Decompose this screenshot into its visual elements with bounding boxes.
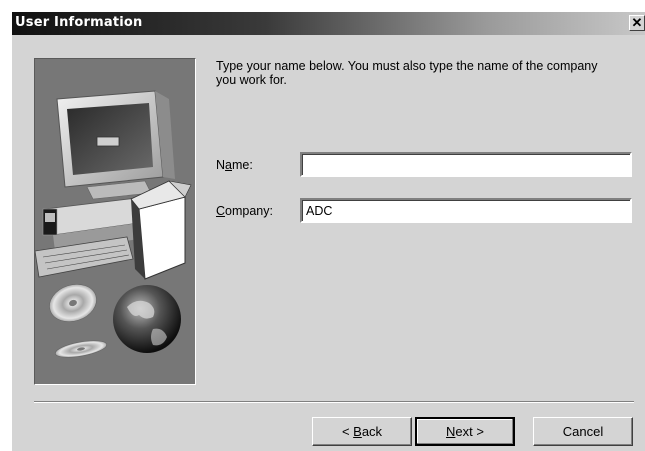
computer-and-globe-illustration — [34, 58, 196, 385]
monitor-icon — [56, 90, 175, 200]
next-button[interactable]: Next > — [415, 417, 515, 446]
back-label-mnemonic: B — [353, 424, 362, 439]
title-bar[interactable]: User Information — [12, 12, 645, 35]
name-label-post: me: — [231, 158, 253, 172]
next-label-post: ext > — [455, 424, 484, 439]
back-button[interactable]: < Back — [312, 417, 412, 446]
separator-line — [34, 401, 634, 403]
close-icon[interactable]: ✕ — [629, 15, 645, 31]
back-label-post: ack — [361, 424, 383, 439]
name-input[interactable] — [300, 152, 632, 177]
cancel-button[interactable]: Cancel — [533, 417, 633, 446]
company-input[interactable] — [300, 198, 632, 223]
software-box-icon — [130, 180, 192, 280]
user-information-dialog: User Information ✕ Type your name below.… — [12, 12, 645, 451]
instructions-text: Type your name below. You must also type… — [216, 59, 598, 87]
name-label: Name: — [216, 158, 253, 172]
globe-icon — [113, 285, 181, 353]
next-label-mnemonic: N — [446, 424, 456, 439]
company-label-post: ompany: — [225, 204, 273, 218]
back-label-pre: < — [341, 424, 354, 439]
cd-disc-icon — [49, 284, 107, 358]
dialog-title: User Information — [15, 15, 143, 30]
company-label: Company: — [216, 204, 273, 218]
name-label-mnemonic: a — [225, 158, 232, 172]
company-label-mnemonic: C — [216, 204, 226, 218]
name-label-pre: N — [216, 158, 226, 172]
